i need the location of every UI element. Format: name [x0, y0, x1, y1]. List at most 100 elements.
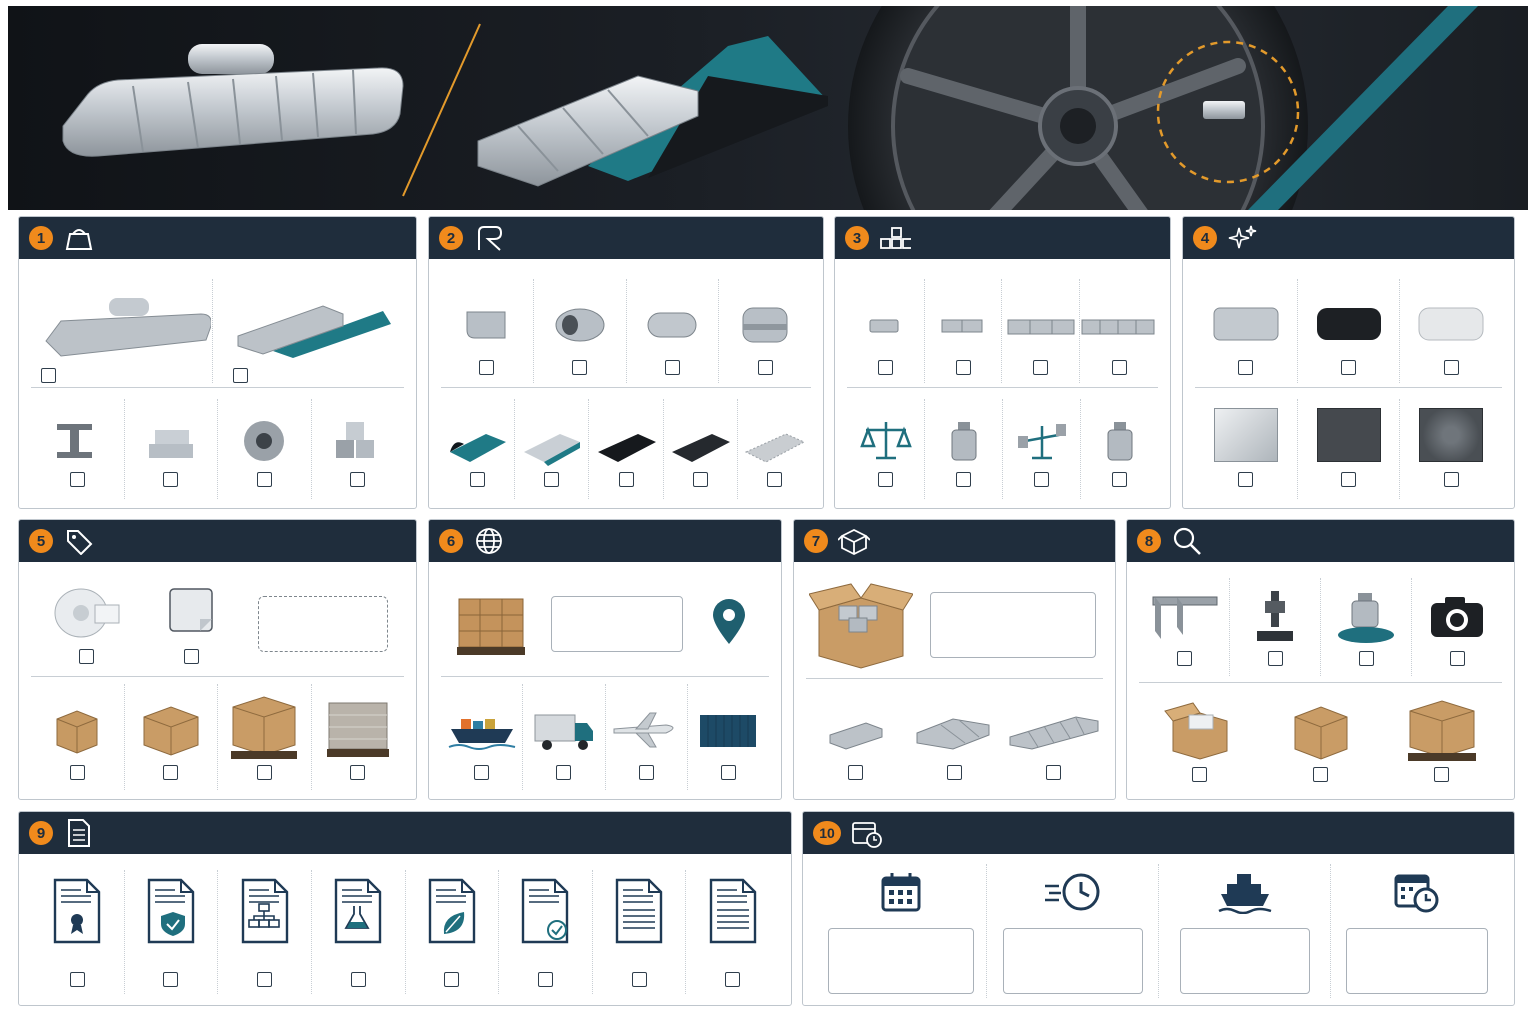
- checkbox[interactable]: [1341, 472, 1356, 487]
- checkbox[interactable]: [1111, 360, 1127, 375]
- option-clip-style-2[interactable]: [534, 279, 627, 383]
- checkbox[interactable]: [256, 765, 272, 780]
- checkbox[interactable]: [1313, 767, 1328, 782]
- option-truck-freight[interactable]: [523, 684, 606, 790]
- checkbox[interactable]: [1341, 360, 1356, 375]
- option-adhesive-tape-black[interactable]: [589, 399, 664, 499]
- option-cube-material[interactable]: [312, 399, 405, 499]
- option-adhesive-tape-teal[interactable]: [441, 399, 516, 499]
- checkbox[interactable]: [1033, 360, 1049, 375]
- checkbox[interactable]: [1238, 360, 1254, 375]
- checkbox[interactable]: [350, 765, 366, 780]
- option-weight-small[interactable]: [925, 399, 1003, 499]
- option-clip-on-weight[interactable]: [31, 279, 213, 383]
- checkbox[interactable]: [848, 765, 863, 780]
- checkbox[interactable]: [350, 972, 366, 987]
- packaging-notes-input[interactable]: [930, 592, 1096, 658]
- checkbox[interactable]: [41, 368, 56, 383]
- checkbox[interactable]: [572, 360, 588, 375]
- option-lab-test-document[interactable]: [312, 870, 406, 994]
- option-label-sticker[interactable]: [141, 578, 241, 670]
- checkbox[interactable]: [1112, 472, 1127, 487]
- checkbox[interactable]: [1176, 651, 1192, 666]
- checkbox[interactable]: [163, 472, 179, 487]
- option-photo-inspection[interactable]: [1412, 578, 1502, 676]
- checkbox[interactable]: [163, 972, 179, 987]
- option-specification-document[interactable]: [686, 870, 779, 994]
- option-adhesive-tape-textured[interactable]: [738, 399, 811, 499]
- checkbox[interactable]: [955, 360, 971, 375]
- option-clip-style-4[interactable]: [719, 279, 811, 383]
- option-box-on-pallet[interactable]: [218, 684, 312, 790]
- checkbox[interactable]: [233, 368, 248, 383]
- option-weight-scale-check[interactable]: [1321, 578, 1412, 676]
- checkbox[interactable]: [878, 472, 893, 487]
- checkbox[interactable]: [544, 472, 560, 487]
- checkbox[interactable]: [877, 360, 893, 375]
- checkbox[interactable]: [69, 972, 85, 987]
- checkbox[interactable]: [638, 765, 654, 780]
- checkbox[interactable]: [947, 765, 962, 780]
- checkbox[interactable]: [257, 972, 273, 987]
- checkbox[interactable]: [1358, 651, 1374, 666]
- checkbox[interactable]: [1443, 472, 1459, 487]
- option-pack-single[interactable]: [806, 686, 905, 790]
- checkbox[interactable]: [470, 472, 486, 487]
- option-text-document[interactable]: [593, 870, 687, 994]
- option-finish-zinc[interactable]: [1195, 279, 1298, 383]
- option-balance-scale[interactable]: [847, 399, 925, 499]
- checkbox[interactable]: [1449, 651, 1465, 666]
- checkbox[interactable]: [1238, 472, 1254, 487]
- option-steel-material[interactable]: [31, 399, 125, 499]
- checkbox[interactable]: [444, 972, 460, 987]
- checkbox[interactable]: [1434, 767, 1449, 782]
- destination-input[interactable]: [551, 596, 683, 652]
- option-size-2-blocks[interactable]: [925, 279, 1003, 383]
- option-pack-double[interactable]: [905, 686, 1004, 790]
- option-size-3-blocks[interactable]: [1002, 279, 1081, 383]
- option-weight-large[interactable]: [1081, 399, 1158, 499]
- option-zinc-ingots[interactable]: [125, 399, 218, 499]
- checkbox[interactable]: [766, 472, 782, 487]
- option-caliper-check[interactable]: [1139, 578, 1230, 676]
- option-approved-document[interactable]: [499, 870, 593, 994]
- option-certificate-document[interactable]: [31, 870, 125, 994]
- option-size-4-blocks[interactable]: [1080, 279, 1158, 383]
- option-inspect-open-box[interactable]: [1139, 690, 1260, 792]
- checkbox[interactable]: [664, 360, 680, 375]
- checkbox[interactable]: [556, 765, 572, 780]
- option-size-1-block[interactable]: [847, 279, 925, 383]
- option-box-medium[interactable]: [125, 684, 218, 790]
- option-custom-label-area[interactable]: [241, 578, 404, 670]
- checkbox[interactable]: [757, 360, 773, 375]
- option-clip-style-1[interactable]: [441, 279, 534, 383]
- checkbox[interactable]: [537, 972, 553, 987]
- option-surface-powder[interactable]: [1298, 399, 1401, 499]
- option-pack-strip[interactable]: [1004, 686, 1103, 790]
- checkbox[interactable]: [720, 765, 736, 780]
- option-air-freight[interactable]: [606, 684, 688, 790]
- option-finish-white[interactable]: [1400, 279, 1502, 383]
- checkbox[interactable]: [692, 472, 708, 487]
- option-hardness-test[interactable]: [1230, 578, 1321, 676]
- checkbox[interactable]: [163, 765, 179, 780]
- order-date-input[interactable]: [827, 928, 974, 994]
- checkbox[interactable]: [69, 765, 85, 780]
- checkbox[interactable]: [631, 972, 647, 987]
- option-surface-smooth[interactable]: [1195, 399, 1298, 499]
- option-coil-material[interactable]: [218, 399, 312, 499]
- checkbox[interactable]: [618, 472, 634, 487]
- option-wrapped-pallet[interactable]: [312, 684, 405, 790]
- option-compliance-shield-document[interactable]: [125, 870, 219, 994]
- checkbox[interactable]: [1443, 360, 1459, 375]
- checkbox[interactable]: [69, 472, 85, 487]
- checkbox[interactable]: [956, 472, 971, 487]
- custom-label-dropzone[interactable]: [257, 596, 388, 652]
- checkbox[interactable]: [256, 472, 272, 487]
- option-inspect-carton[interactable]: [1260, 690, 1381, 792]
- checkbox[interactable]: [1034, 472, 1049, 487]
- checkbox[interactable]: [78, 649, 94, 664]
- option-surface-textured[interactable]: [1400, 399, 1502, 499]
- checkbox[interactable]: [474, 765, 490, 780]
- checkbox[interactable]: [1267, 651, 1283, 666]
